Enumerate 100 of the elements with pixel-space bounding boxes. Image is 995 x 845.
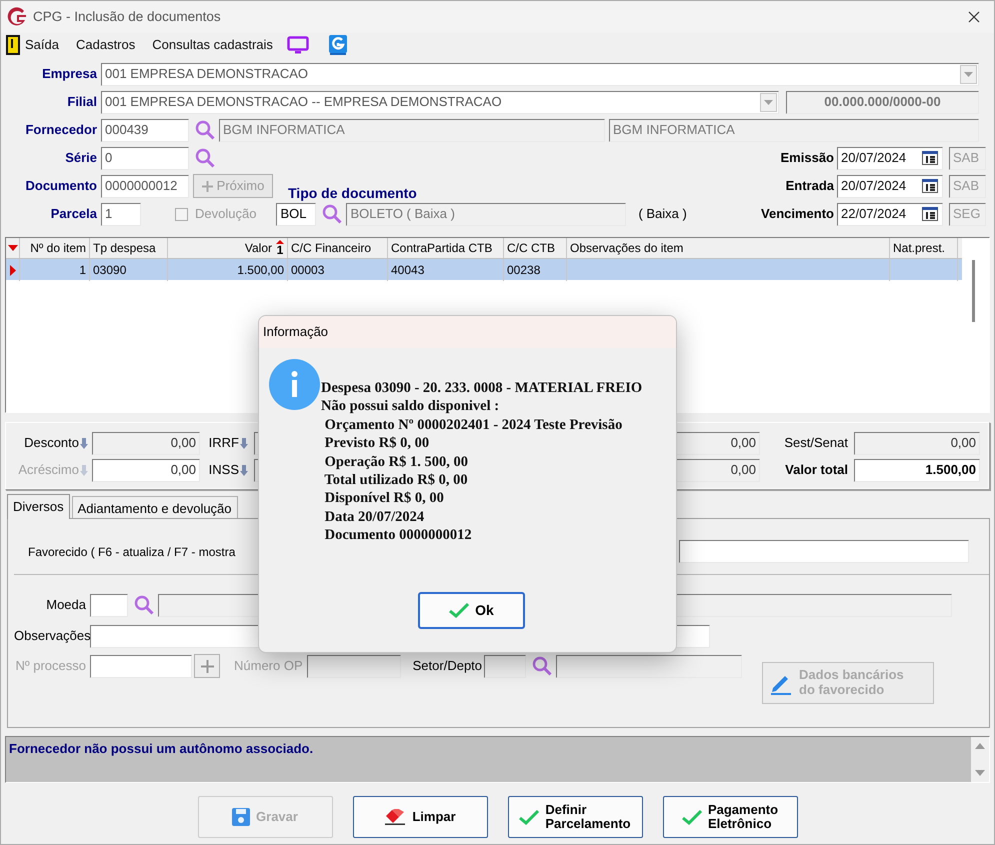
row-indicator-icon (8, 245, 18, 251)
table-row[interactable]: 1 03090 1.500,00 00003 40043 00238 (6, 259, 962, 280)
search-icon[interactable] (532, 656, 552, 676)
down-arrow-icon[interactable] (240, 438, 248, 448)
check-icon (682, 810, 702, 824)
column-header[interactable]: Observações do item (567, 238, 890, 258)
scroll-down-icon[interactable] (975, 770, 985, 776)
process-field[interactable] (90, 654, 192, 678)
action-button[interactable]: Definir Parcelamento (508, 796, 642, 838)
branch-combo[interactable]: 001 EMPRESA DEMONSTRACAO -- EMPRESA DEMONSTRACAO (101, 90, 779, 114)
date-field[interactable]: 22/07/2024 (837, 202, 943, 226)
date-label: Entrada (786, 177, 834, 196)
supplier-code-field[interactable]: 000439 (101, 118, 189, 142)
field-label: Empresa (41, 65, 97, 84)
action-button[interactable]: Pagamento Eletrônico (662, 796, 798, 838)
monitor-icon[interactable] (286, 36, 309, 54)
current-row-icon (10, 264, 16, 276)
column-header[interactable]: C/C Financeiro (288, 238, 388, 258)
payee-field[interactable] (679, 540, 969, 563)
date-label: Emissão (780, 149, 834, 168)
message-line: Orçamento Nº 0000202401 - 2024 Teste Previsão (324, 416, 624, 434)
dropdown-arrow-icon[interactable] (964, 72, 973, 76)
search-icon[interactable] (134, 595, 154, 615)
field-label: Número OP (234, 657, 303, 676)
amount-field[interactable]: 1.500,00 (854, 458, 980, 482)
column-header[interactable]: Nat.prest. (890, 238, 958, 258)
tab[interactable]: Adiantamento e devolução (72, 496, 238, 518)
plus-icon (200, 660, 214, 672)
scroll-up-icon[interactable] (975, 743, 985, 749)
weekday-field: SAB (949, 146, 986, 170)
dialog-title: Informação (263, 323, 328, 342)
menu-item[interactable]: Consultas cadastrais (152, 35, 273, 55)
down-arrow-icon[interactable] (80, 438, 88, 448)
field-label: Setor/Depto (412, 657, 482, 676)
amount-field: 0,00 (854, 432, 980, 454)
date-field[interactable]: 20/07/2024 (837, 174, 943, 198)
exit-door-icon[interactable] (6, 35, 20, 55)
sort-indicator: 1 (276, 240, 284, 256)
calendar-icon[interactable] (922, 179, 938, 193)
field-label: Nº processo (14, 657, 86, 676)
message-line: Data 20/07/2024 (324, 508, 426, 526)
group-label: Favorecido ( F6 - atualiza / F7 - mostra (28, 544, 236, 560)
supplier-name-field: BGM INFORMATICA (219, 118, 605, 142)
message-area: Fornecedor não possui um autônomo associado. (5, 736, 990, 783)
search-icon[interactable] (195, 148, 215, 168)
message-line: Documento 0000000012 (324, 526, 473, 545)
message-line: Operação R$ 1. 500, 00 (324, 452, 469, 472)
scrollbar-thumb[interactable] (972, 260, 974, 322)
currency-field[interactable] (90, 594, 128, 616)
plus-icon (202, 180, 213, 192)
table-cell: 03090 (90, 259, 168, 281)
message-line: Total utilizado R$ 0, 00 (323, 471, 469, 490)
section-label: Tipo de documento (288, 184, 417, 203)
table-cell: 1.500,00 (168, 259, 288, 281)
column-header-label[interactable]: Valor (244, 239, 272, 257)
action-button[interactable]: Limpar (352, 796, 488, 838)
field-label: Valor total (785, 461, 848, 480)
installment-field[interactable]: 1 (101, 202, 141, 226)
message-line: Despesa 03090 - 20. 233. 0008 - MATERIAL FREIO (321, 379, 642, 398)
document-field[interactable]: 0000000012 (101, 174, 189, 198)
check-icon (519, 810, 540, 824)
message-line: Disponível R$ 0, 00 (324, 489, 445, 508)
date-field[interactable]: 20/07/2024 (837, 146, 943, 170)
calendar-icon[interactable] (922, 151, 938, 165)
weekday-field: SEG (949, 202, 986, 226)
document-type-field[interactable]: BOL (276, 202, 316, 226)
ok-button[interactable]: Ok (418, 592, 525, 629)
message-line: Não possui saldo disponivel : (321, 397, 500, 416)
field-label: Sest/Senat (784, 434, 848, 452)
dropdown-arrow-icon[interactable] (764, 100, 773, 104)
search-icon[interactable] (195, 120, 215, 140)
field-label: Desconto (24, 434, 79, 452)
down-arrow-icon[interactable] (240, 464, 248, 476)
calendar-icon[interactable] (922, 207, 938, 221)
department-field[interactable] (484, 654, 526, 678)
menu-item[interactable]: Cadastros (76, 35, 136, 55)
column-header[interactable]: Tp despesa (90, 238, 168, 258)
menu-item[interactable]: Saída (25, 35, 59, 55)
field-label: Série (64, 149, 97, 168)
close-icon[interactable] (968, 11, 980, 23)
document-type-description: BOLETO ( Baixa ) (346, 202, 626, 226)
checkbox-label: Devolução (195, 205, 256, 224)
column-header[interactable]: ContraPartida CTB (388, 238, 504, 258)
company-combo[interactable]: 001 EMPRESA DEMONSTRACAO (101, 62, 979, 86)
date-label: Vencimento (761, 205, 834, 224)
app-logo-icon (7, 7, 27, 27)
add-button[interactable] (194, 654, 220, 678)
field-label: Moeda (45, 596, 86, 614)
field-label: Parcela (50, 205, 97, 224)
table-cell: 1 (20, 259, 90, 281)
field-label: Fornecedor (24, 121, 97, 140)
column-header[interactable]: C/C CTB (504, 238, 567, 258)
search-icon[interactable] (322, 204, 342, 224)
app-shortcut-icon[interactable] (328, 35, 347, 55)
field-label: IRRF (208, 434, 239, 452)
field-label: Acréscimo (18, 461, 79, 480)
series-field[interactable]: 0 (101, 146, 189, 170)
tab[interactable]: Diversos (7, 494, 70, 519)
window-title: CPG - Inclusão de documentos (33, 8, 221, 26)
column-header[interactable]: Nº do item (20, 238, 90, 258)
